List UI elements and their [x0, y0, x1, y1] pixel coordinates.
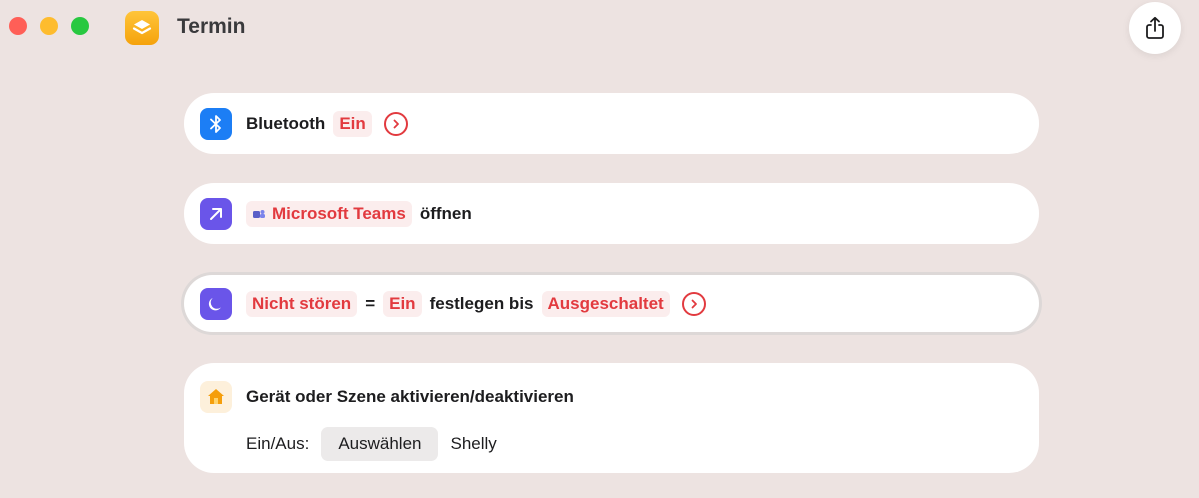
action-bluetooth[interactable]: Bluetooth Ein: [184, 93, 1039, 154]
share-button[interactable]: [1129, 2, 1181, 54]
maximize-window-button[interactable]: [71, 17, 89, 35]
home-icon: [200, 381, 232, 413]
chevron-right-icon[interactable]: [681, 291, 706, 316]
arrow-up-right-icon: [200, 197, 232, 230]
traffic-lights: [9, 17, 89, 35]
moon-icon: [200, 287, 232, 320]
app-name: Microsoft Teams: [272, 203, 406, 223]
bluetooth-label: Bluetooth: [246, 113, 326, 133]
chevron-right-icon[interactable]: [383, 111, 408, 136]
bluetooth-icon: [200, 107, 232, 140]
action-focus[interactable]: Nicht stören = Ein festlegen bis Ausgesc…: [184, 275, 1039, 332]
shortcut-window: Termin Bluetooth Ein Microsoft Teams öff…: [0, 0, 1199, 498]
action-home[interactable]: Gerät oder Szene aktivieren/deaktivieren…: [184, 363, 1039, 473]
close-window-button[interactable]: [9, 17, 27, 35]
focus-state-token[interactable]: Ein: [383, 290, 422, 317]
select-button[interactable]: Auswählen: [321, 427, 439, 461]
action-open-app[interactable]: Microsoft Teams öffnen: [184, 183, 1039, 244]
open-verb: öffnen: [419, 203, 472, 223]
onoff-label: Ein/Aus:: [246, 434, 310, 453]
layers-icon: [125, 11, 159, 45]
share-icon: [1146, 16, 1164, 39]
focus-mode-token[interactable]: Nicht stören: [246, 290, 358, 317]
window-title: Termin: [177, 15, 246, 38]
focus-verb: festlegen bis: [429, 293, 534, 313]
teams-icon: [253, 209, 265, 218]
app-token[interactable]: Microsoft Teams: [246, 200, 412, 227]
minimize-window-button[interactable]: [40, 17, 58, 35]
bluetooth-state-token[interactable]: Ein: [333, 110, 372, 137]
device-name[interactable]: Shelly: [450, 434, 496, 454]
focus-until-token[interactable]: Ausgeschaltet: [541, 290, 670, 317]
equals-sign: =: [365, 293, 376, 313]
home-action-title: Gerät oder Szene aktivieren/deaktivieren: [246, 387, 574, 406]
